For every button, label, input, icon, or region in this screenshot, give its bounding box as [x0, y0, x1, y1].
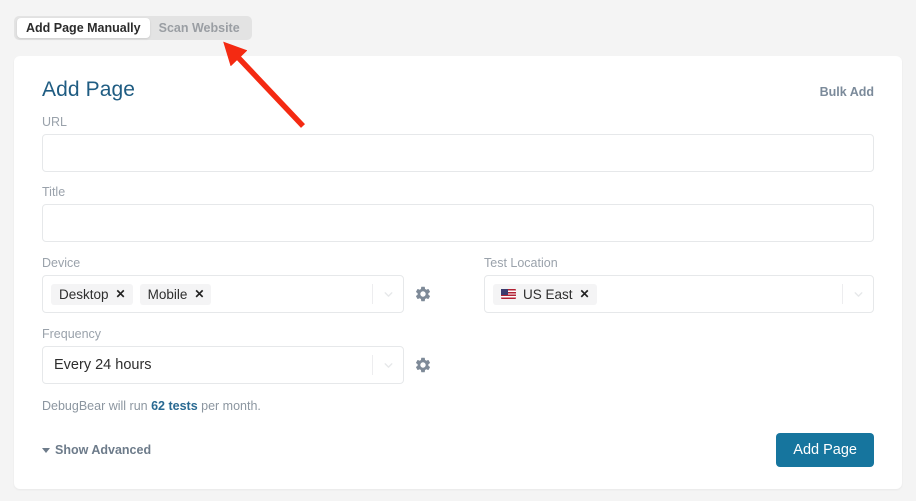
device-settings-gear-icon[interactable]	[414, 285, 432, 303]
device-tag-mobile-label: Mobile	[147, 286, 188, 302]
tests-note-suffix: per month.	[197, 399, 261, 413]
tab-scan-website[interactable]: Scan Website	[150, 18, 249, 38]
frequency-row: Frequency Every 24 hours	[42, 327, 874, 384]
test-location-field-group: Test Location US East ✕	[484, 256, 874, 313]
page-title: Add Page	[42, 78, 136, 101]
us-flag-icon	[501, 289, 516, 299]
frequency-select[interactable]: Every 24 hours	[42, 346, 404, 384]
test-location-select-wrap: US East ✕	[484, 275, 874, 313]
frequency-select-wrap: Every 24 hours	[42, 346, 432, 384]
add-page-card-body: Add Page Bulk Add URL Title Device Deskt	[14, 56, 902, 489]
chevron-down-icon[interactable]	[373, 288, 403, 301]
url-input[interactable]	[42, 134, 874, 172]
chevron-down-icon[interactable]	[373, 359, 403, 372]
add-page-submit-button[interactable]: Add Page	[776, 433, 874, 467]
device-select-wrap: Desktop ✕ Mobile ✕	[42, 275, 432, 313]
frequency-settings-gear-icon[interactable]	[414, 356, 432, 374]
caret-down-icon	[42, 447, 50, 453]
test-location-tag-us-east: US East ✕	[493, 283, 597, 305]
add-page-card: Add Page Bulk Add URL Title Device Deskt	[14, 56, 902, 489]
show-advanced-toggle[interactable]: Show Advanced	[42, 443, 151, 457]
title-field-group: Title	[42, 185, 874, 242]
frequency-row-spacer	[484, 327, 874, 384]
title-input[interactable]	[42, 204, 874, 242]
test-location-tag-label: US East	[523, 286, 573, 302]
card-footer: Show Advanced Add Page	[42, 433, 874, 467]
show-advanced-label: Show Advanced	[55, 443, 152, 457]
device-tag-desktop-label: Desktop	[59, 286, 109, 302]
device-select-controls	[372, 276, 403, 312]
frequency-select-controls	[372, 347, 403, 383]
url-label: URL	[42, 115, 68, 129]
test-location-select-controls	[842, 276, 873, 312]
tests-note-count: 62 tests	[151, 399, 198, 413]
mode-tabbar: Add Page Manually Scan Website	[14, 16, 252, 40]
tab-add-page-manually[interactable]: Add Page Manually	[17, 18, 150, 38]
device-tag-list: Desktop ✕ Mobile ✕	[51, 283, 372, 305]
tests-note-prefix: DebugBear will run	[42, 399, 152, 413]
frequency-selected-value: Every 24 hours	[54, 357, 152, 373]
remove-icon[interactable]: ✕	[116, 288, 126, 300]
device-tag-desktop: Desktop ✕	[51, 283, 133, 305]
chevron-down-icon[interactable]	[843, 288, 873, 301]
device-location-row: Device Desktop ✕ Mobile ✕ Test Location …	[42, 256, 874, 313]
device-multiselect[interactable]: Desktop ✕ Mobile ✕	[42, 275, 404, 313]
title-label: Title	[42, 185, 66, 199]
remove-icon[interactable]: ✕	[194, 288, 204, 300]
test-location-multiselect[interactable]: US East ✕	[484, 275, 874, 313]
bulk-add-link[interactable]: Bulk Add	[820, 85, 874, 99]
card-header: Add Page Bulk Add	[42, 78, 874, 102]
frequency-field-group: Frequency Every 24 hours	[42, 327, 432, 384]
device-label: Device	[42, 256, 81, 270]
url-field-group: URL	[42, 115, 874, 172]
device-field-group: Device Desktop ✕ Mobile ✕	[42, 256, 432, 313]
device-tag-mobile: Mobile ✕	[139, 283, 212, 305]
test-location-tag-list: US East ✕	[493, 283, 842, 305]
frequency-label: Frequency	[42, 327, 102, 341]
tests-per-month-note: DebugBear will run 62 tests per month.	[42, 399, 874, 413]
remove-icon[interactable]: ✕	[580, 288, 590, 300]
test-location-label: Test Location	[484, 256, 558, 270]
